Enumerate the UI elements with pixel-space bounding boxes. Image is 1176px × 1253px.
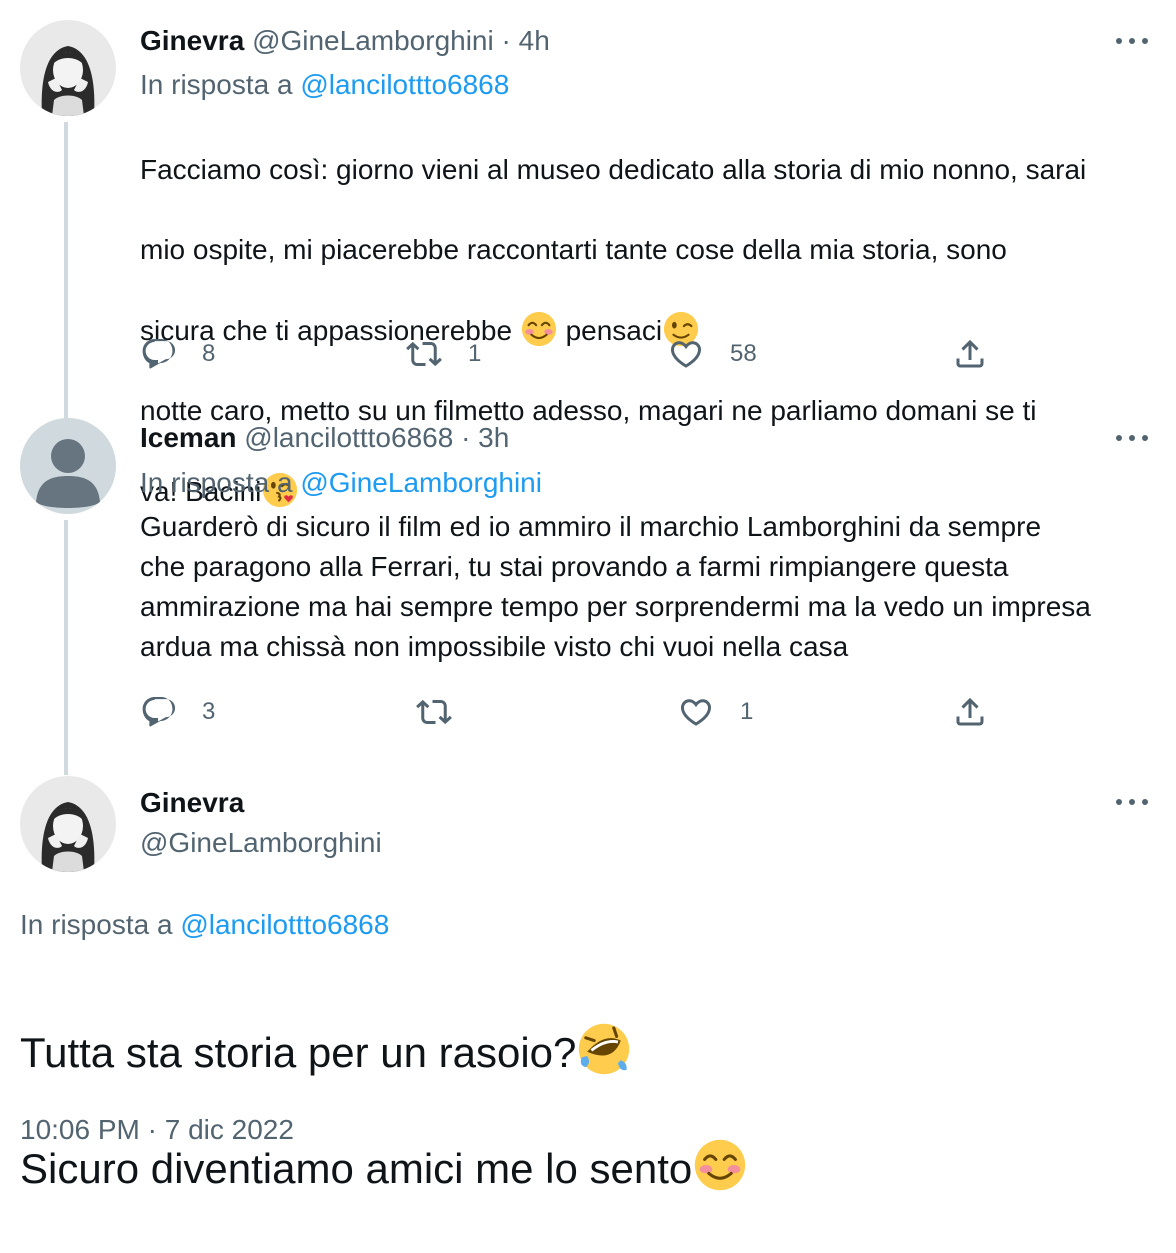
retweet-icon xyxy=(416,694,452,730)
reply-to-link[interactable]: @GineLamborghini xyxy=(300,467,542,498)
main-tweet-line: Tutta sta storia per un rasoio? xyxy=(20,1021,748,1081)
retweet-icon xyxy=(406,336,442,372)
share-icon xyxy=(952,694,988,730)
share-icon xyxy=(952,336,988,372)
tweet-text-line: Facciamo così: giorno vieni al museo ded… xyxy=(140,154,1087,185)
reply-to-link[interactable]: @lancilottto6868 xyxy=(180,909,389,940)
user-handle[interactable]: @GineLamborghini xyxy=(140,827,382,858)
like-button[interactable]: 58 xyxy=(668,334,757,374)
reply-to-link[interactable]: @lancilottto6868 xyxy=(300,69,509,100)
tweet-time[interactable]: · 3h xyxy=(461,422,509,453)
tweet-timestamp[interactable]: 10:06 PM · 7 dic 2022 xyxy=(20,1113,294,1147)
reply-button[interactable]: 3 xyxy=(140,692,215,732)
tweet-text-line: mio ospite, mi piacerebbe raccontarti ta… xyxy=(140,234,1007,265)
reply-icon xyxy=(140,694,176,730)
like-button[interactable]: 1 xyxy=(678,692,753,732)
tweet-header: Ginevra @GineLamborghini · 4h xyxy=(140,24,550,58)
reply-context: In risposta a @lancilottto6868 xyxy=(140,68,509,102)
avatar[interactable] xyxy=(20,418,116,514)
reply-prefix: In risposta a xyxy=(140,69,293,100)
reply-context: In risposta a @GineLamborghini xyxy=(140,466,542,500)
retweet-button[interactable]: 1 xyxy=(406,334,481,374)
thread-line xyxy=(64,520,68,775)
user-handle[interactable]: @lancilottto6868 xyxy=(244,422,453,453)
more-icon[interactable] xyxy=(1116,428,1148,448)
avatar[interactable] xyxy=(20,776,116,872)
tweet-actions: 3 1 xyxy=(140,692,1000,732)
tweet-actions: 8 1 58 xyxy=(140,334,1000,374)
smiling-face-icon xyxy=(692,1137,748,1193)
like-icon xyxy=(668,336,704,372)
user-handle[interactable]: @GineLamborghini xyxy=(252,25,494,56)
more-icon[interactable] xyxy=(1116,792,1148,812)
retweet-button[interactable] xyxy=(416,692,452,732)
reply-context: In risposta a @lancilottto6868 xyxy=(20,908,389,942)
reply-count: 3 xyxy=(202,698,216,725)
more-icon[interactable] xyxy=(1116,31,1148,51)
main-tweet-segment: Sicuro diventiamo amici me lo sento xyxy=(20,1145,693,1192)
like-count: 58 xyxy=(730,340,757,367)
like-icon xyxy=(678,694,714,730)
reply-prefix: In risposta a xyxy=(20,909,173,940)
tweet-header: Iceman @lancilottto6868 · 3h xyxy=(140,421,509,455)
like-count: 1 xyxy=(740,698,754,725)
avatar[interactable] xyxy=(20,20,116,116)
main-tweet-text: Tutta sta storia per un rasoio? Sicuro d… xyxy=(20,965,748,1253)
thread-line xyxy=(64,122,68,422)
reply-icon xyxy=(140,336,176,372)
display-name[interactable]: Ginevra xyxy=(140,787,244,818)
reply-count: 8 xyxy=(202,340,216,367)
tweet-text: Guarderò di sicuro il film ed io ammiro … xyxy=(140,511,1091,662)
reply-button[interactable]: 8 xyxy=(140,334,215,374)
main-tweet-segment: Tutta sta storia per un rasoio? xyxy=(20,1029,577,1076)
display-name[interactable]: Iceman xyxy=(140,422,237,453)
retweet-count: 1 xyxy=(468,340,482,367)
rolling-laughing-icon xyxy=(576,1021,632,1077)
reply-prefix: In risposta a xyxy=(140,467,293,498)
share-button[interactable] xyxy=(952,334,988,374)
display-name[interactable]: Ginevra xyxy=(140,25,244,56)
main-tweet-name: Ginevra xyxy=(140,786,244,820)
main-tweet-handle: @GineLamborghini xyxy=(140,826,382,860)
tweet-time[interactable]: · 4h xyxy=(502,25,550,56)
share-button[interactable] xyxy=(952,692,988,732)
